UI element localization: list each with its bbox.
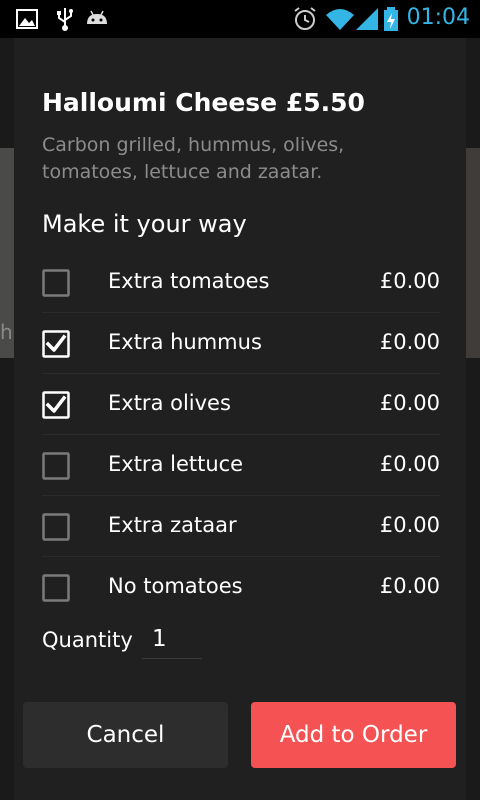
option-label: No tomatoes [108, 574, 243, 598]
customize-item-dialog: Halloumi Cheese £5.50 Carbon grilled, hu… [14, 38, 466, 800]
option-label: Extra hummus [108, 330, 262, 354]
option-price: £0.00 [379, 513, 440, 537]
option-label: Extra zataar [108, 513, 237, 537]
checkbox-unchecked[interactable] [42, 269, 70, 297]
usb-icon [57, 8, 73, 31]
status-bar: 01:04 [0, 0, 480, 38]
alarm-icon [294, 7, 316, 30]
background-partial-text: h [0, 320, 13, 344]
item-description: Carbon grilled, hummus, olives, tomatoes… [42, 134, 345, 183]
options-list: Extra tomatoes £0.00 Extra hummus £0.00 … [42, 252, 440, 618]
quantity-input[interactable] [142, 619, 202, 659]
option-price: £0.00 [379, 452, 440, 476]
add-to-order-button[interactable]: Add to Order [251, 702, 456, 768]
option-extra-zataar[interactable]: Extra zataar £0.00 [42, 496, 440, 557]
dialog-title: Halloumi Cheese £5.50 [42, 88, 365, 117]
checkbox-unchecked[interactable] [42, 452, 70, 480]
section-title: Make it your way [42, 210, 247, 238]
option-price: £0.00 [379, 391, 440, 415]
option-extra-olives[interactable]: Extra olives £0.00 [42, 374, 440, 435]
option-extra-lettuce[interactable]: Extra lettuce £0.00 [42, 435, 440, 496]
checkbox-unchecked[interactable] [42, 513, 70, 541]
cancel-button[interactable]: Cancel [23, 702, 228, 768]
checkbox-checked[interactable] [42, 330, 70, 358]
option-label: Extra lettuce [108, 452, 244, 476]
picture-icon [16, 9, 38, 29]
option-extra-hummus[interactable]: Extra hummus £0.00 [42, 313, 440, 374]
android-icon [87, 10, 107, 24]
option-label: Extra olives [108, 391, 231, 415]
signal-icon [356, 8, 378, 30]
option-price: £0.00 [379, 330, 440, 354]
option-label: Extra tomatoes [108, 269, 270, 293]
option-extra-tomatoes[interactable]: Extra tomatoes £0.00 [42, 252, 440, 313]
battery-charging-icon [384, 7, 398, 31]
background-card-right [466, 148, 480, 358]
option-price: £0.00 [379, 574, 440, 598]
status-time: 01:04 [406, 5, 470, 30]
option-no-tomatoes[interactable]: No tomatoes £0.00 [42, 557, 440, 618]
quantity-label: Quantity [42, 628, 133, 652]
wifi-icon [326, 9, 354, 30]
checkbox-checked[interactable] [42, 391, 70, 419]
checkbox-unchecked[interactable] [42, 574, 70, 602]
option-price: £0.00 [379, 269, 440, 293]
